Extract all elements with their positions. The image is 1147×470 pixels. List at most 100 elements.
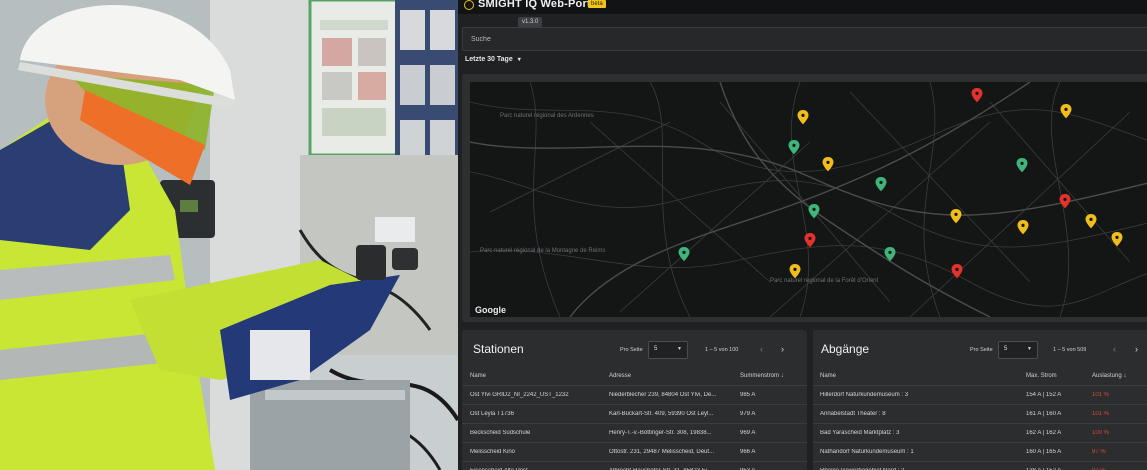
app-header: SMIGHT IQ Web-Portal beta <box>458 0 1147 14</box>
abgaenge-col-max-current[interactable]: Max. Strom <box>1026 373 1057 379</box>
stations-per-page-value: 5 <box>654 346 658 352</box>
stations-col-address[interactable]: Adresse <box>609 373 631 379</box>
map-pin-hole <box>954 212 958 216</box>
map-region-labels: Parc naturel régional des Ardennes Parc … <box>480 113 879 284</box>
map-pin-yellow-icon[interactable] <box>789 264 801 279</box>
abgaenge-col-load[interactable]: Auslastung ↓ <box>1092 373 1126 379</box>
map-pin-yellow-icon[interactable] <box>797 110 809 125</box>
technician-photo <box>0 0 458 470</box>
map-card: Parc naturel régional des Ardennes Parc … <box>462 74 1147 322</box>
map-pin-hole <box>682 250 686 254</box>
map-pin-yellow-icon[interactable] <box>1111 232 1123 247</box>
map-pin-red-icon[interactable] <box>804 233 816 248</box>
map-pin-green-icon[interactable] <box>875 177 887 192</box>
app-title: SMIGHT IQ Web-Portal <box>478 0 601 10</box>
map-pin-hole <box>888 250 892 254</box>
stations-panel: Stationen Pro Seite 5 ▼ 1 – 5 von 100 ‹ … <box>462 330 807 470</box>
table-row[interactable]: Annabelstadt Theater : 8 161 A | 160 A 101… <box>813 404 1147 424</box>
stations-pager-text: 1 – 5 von 100 <box>705 347 739 353</box>
date-range-dropdown[interactable]: Letzte 30 Tage ▾ <box>465 56 521 63</box>
abgaenge-title: Abgänge <box>821 342 870 356</box>
table-row[interactable]: Hillerdorf Naturkundemuseum : 3 154 A | 1… <box>813 385 1147 405</box>
map-pin-green-icon[interactable] <box>678 247 690 262</box>
stations-title: Stationen <box>473 342 524 356</box>
map-pin-hole <box>879 180 883 184</box>
table-row[interactable]: Beckscheid Südschule Henry-T.-v.-Böttinge… <box>462 423 807 443</box>
table-cell: 161 A | 160 A <box>1026 411 1062 417</box>
map-pin-hole <box>1089 217 1093 221</box>
map-canvas[interactable]: Parc naturel régional des Ardennes Parc … <box>470 82 1147 317</box>
table-cell: Hillerdorf Naturkundemuseum : 3 <box>820 392 909 398</box>
map-pin-yellow-icon[interactable] <box>1060 104 1072 119</box>
search-box[interactable] <box>462 27 1147 51</box>
map-pin-hole <box>975 91 979 95</box>
table-cell: 97 % <box>1092 449 1106 455</box>
table-cell: Melisscheid Kino <box>470 449 516 455</box>
map-pin-hole <box>792 143 796 147</box>
abgaenge-per-page-value: 5 <box>1004 346 1008 352</box>
smight-logo-icon <box>464 0 474 10</box>
abgaenge-panel: Abgänge Pro Seite 5 ▼ 1 – 5 von 509 ‹ › … <box>813 330 1147 470</box>
chevron-down-icon: ▼ <box>677 346 682 352</box>
stations-next-page-icon[interactable]: › <box>781 344 784 354</box>
map-pin-green-icon[interactable] <box>1016 158 1028 173</box>
table-row[interactable]: Eisenscheid Alte PostAlbrecht-Haushofer-… <box>462 461 807 470</box>
table-cell: 966 A <box>740 449 756 455</box>
table-cell: 979 A <box>740 411 756 417</box>
table-cell: 154 A | 152 A <box>1026 392 1062 398</box>
version-badge: v1.3.0 <box>518 17 543 27</box>
table-row[interactable]: Ost Leyla T1736 Karl-Bückart-Str. 409, 59… <box>462 404 807 424</box>
beta-badge: beta <box>588 0 606 8</box>
table-cell: Niederblecher 239, 84804 Ost Ylvi, De... <box>609 392 717 398</box>
table-cell: Karl-Bückart-Str. 409, 59390 Ost Leyl... <box>609 411 714 417</box>
abgaenge-prev-page-icon[interactable]: ‹ <box>1113 344 1116 354</box>
map-pin-yellow-icon[interactable] <box>1085 214 1097 229</box>
map-pin-hole <box>1021 223 1025 227</box>
table-row[interactable]: Rheine Gewerbegebiet Nord : 2138 A | 152… <box>813 461 1147 470</box>
table-cell: Annabelstadt Theater : 8 <box>820 411 886 417</box>
map-pin-yellow-icon[interactable] <box>822 157 834 172</box>
table-cell: 160 A | 165 A <box>1026 449 1062 455</box>
stations-col-name[interactable]: Name <box>470 373 486 379</box>
map-pin-yellow-icon[interactable] <box>1017 220 1029 235</box>
table-cell: 985 A <box>740 392 756 398</box>
map-pin-hole <box>812 207 816 211</box>
map-pin-red-icon[interactable] <box>971 88 983 103</box>
map-markers[interactable] <box>678 88 1123 317</box>
stations-col-current[interactable]: Summenstrom ↓ <box>740 373 784 379</box>
abgaenge-per-page-select[interactable]: 5 ▼ <box>998 341 1038 359</box>
search-input[interactable] <box>463 28 1147 50</box>
map-pin-green-icon[interactable] <box>788 140 800 155</box>
table-cell: Ost Leyla T1736 <box>470 411 514 417</box>
map-pin-yellow-icon[interactable] <box>950 209 962 224</box>
table-cell: Nathandorf Naturkundemuseum : 1 <box>820 449 914 455</box>
table-cell: 101 % <box>1092 411 1110 417</box>
stations-prev-page-icon[interactable]: ‹ <box>760 344 763 354</box>
table-cell: 969 A <box>740 430 756 436</box>
abgaenge-next-page-icon[interactable]: › <box>1135 344 1138 354</box>
google-attribution: Google <box>475 305 506 315</box>
abgaenge-pager-text: 1 – 5 von 509 <box>1053 347 1087 353</box>
map-pin-hole <box>1115 235 1119 239</box>
technician-photo-illustration <box>0 0 458 470</box>
table-cell: Ottostr. 231, 29487 Melisscheid, Deut... <box>609 449 715 455</box>
table-row[interactable]: Bad Yarascheid Marktplatz : 3 162 A | 162… <box>813 423 1147 443</box>
map-pin-hole <box>1064 107 1068 111</box>
table-cell: Henry-T.-v.-Böttinger-Str. 308, 19838... <box>609 430 712 436</box>
map-pin-red-icon[interactable] <box>1059 194 1071 209</box>
table-row[interactable]: Ost Ylvi GRID2_NI_2242_UST_1232 Niederble… <box>462 385 807 405</box>
map-pin-red-icon[interactable] <box>951 264 963 279</box>
table-row[interactable]: Melisscheid Kino Ottostr. 231, 29487 Meli… <box>462 442 807 462</box>
table-row[interactable]: Nathandorf Naturkundemuseum : 1 160 A | 1… <box>813 442 1147 462</box>
map-pin-hole <box>793 267 797 271</box>
map-pin-green-icon[interactable] <box>808 204 820 219</box>
table-cell: Ost Ylvi GRID2_NI_2242_UST_1232 <box>470 392 569 398</box>
map-view[interactable]: Parc naturel régional des Ardennes Parc … <box>470 82 1147 317</box>
abgaenge-col-name[interactable]: Name <box>820 373 836 379</box>
chevron-down-icon: ▾ <box>517 57 521 63</box>
stations-per-page-select[interactable]: 5 ▼ <box>648 341 688 359</box>
map-label-reims: Parc naturel régional de la Montagne de … <box>480 248 605 254</box>
stations-per-page-label: Pro Seite <box>620 347 643 353</box>
map-pin-hole <box>1020 161 1024 165</box>
portal-window: SMIGHT IQ Web-Portal beta v1.3.0 Letzte … <box>458 0 1147 470</box>
